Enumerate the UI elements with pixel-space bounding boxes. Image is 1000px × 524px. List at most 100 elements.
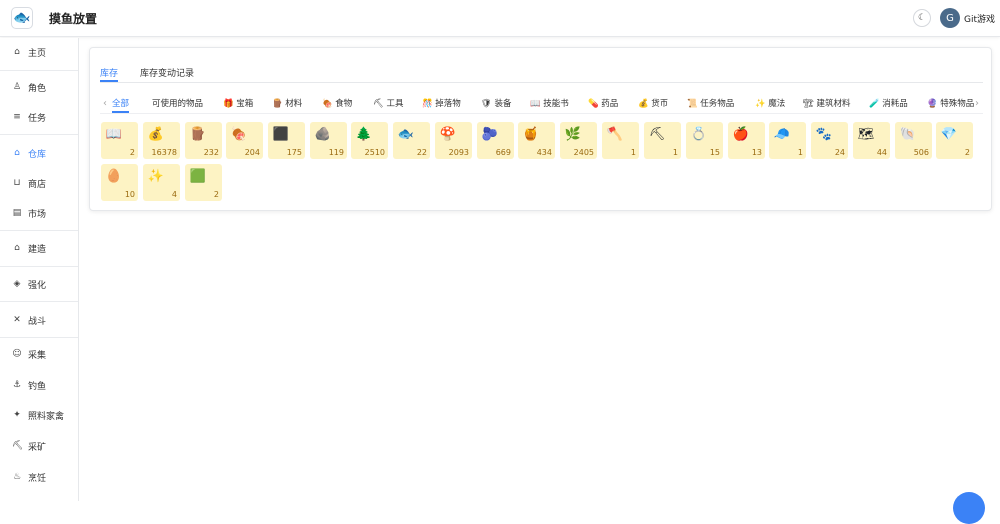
item-count: 22	[416, 148, 427, 157]
sidebar-item-tasks[interactable]: ≡ 任务	[0, 107, 78, 127]
app-logo: 🐟	[11, 7, 33, 29]
tab-inventory-log[interactable]: 库存变动记录	[140, 66, 194, 79]
item-count: 13	[751, 148, 762, 157]
category-usable[interactable]: 可使用的物品	[152, 97, 203, 109]
inventory-slot-honey[interactable]: 🍯 434	[518, 122, 555, 159]
item-count: 1	[797, 148, 803, 157]
item-count: 2093	[448, 148, 469, 157]
item-count: 10	[124, 190, 135, 199]
inventory-slot-coal[interactable]: ⬛ 175	[268, 122, 305, 159]
item-count: 2	[964, 148, 970, 157]
green-block-icon: 🟩	[189, 169, 207, 184]
map-icon: 🗺	[857, 127, 875, 142]
item-count: 2405	[573, 148, 594, 157]
item-count: 1	[672, 148, 678, 157]
sidebar-item-cooking[interactable]: ♨ 烹饪	[0, 467, 78, 487]
inventory-slot-leaf[interactable]: 🌿 2405	[560, 122, 597, 159]
avatar[interactable]: G	[940, 8, 960, 28]
gather-icon: ☺	[12, 349, 22, 359]
sidebar-item-fishing[interactable]: ⚓ 钓鱼	[0, 375, 78, 395]
inventory-slot-book[interactable]: 📖 2	[101, 122, 138, 159]
item-count: 119	[328, 148, 344, 157]
sidebar: ⌂ 主页 ♙ 角色 ≡ 任务 ⌂ 仓库 ⊔ 商店 ▤ 市场 ⌂ 建造 ◈ 强化 ✕ 战斗 ☺ 采集 …	[0, 38, 79, 501]
sidebar-item-shop[interactable]: ⊔ 商店	[0, 173, 78, 193]
category-chest[interactable]: 🎁 宝箱	[223, 97, 253, 109]
category-skillbook[interactable]: 📖 技能书	[530, 97, 569, 109]
inventory-slot-ring[interactable]: 💍 15	[686, 122, 723, 159]
inventory-slot-paw[interactable]: 🐾 24	[811, 122, 848, 159]
sidebar-item-battle[interactable]: ✕ 战斗	[0, 310, 78, 330]
inventory-slot-money-bag[interactable]: 💰 16378	[143, 122, 180, 159]
inventory-slot-seed[interactable]: 🥚 10	[101, 164, 138, 201]
category-special[interactable]: 🔮 特殊物品	[927, 97, 974, 109]
theme-toggle-button[interactable]: ☾	[913, 9, 931, 27]
sidebar-item-label: 主页	[28, 48, 47, 59]
poultry-icon: ✦	[13, 410, 21, 420]
user-name[interactable]: Git游戏	[964, 12, 995, 25]
tab-inventory[interactable]: 库存	[100, 66, 118, 79]
category-medicine[interactable]: 💊 药品	[588, 97, 618, 109]
tabs-divider	[100, 82, 983, 83]
divider	[0, 337, 78, 338]
item-count: 232	[203, 148, 219, 157]
category-all[interactable]: 全部	[112, 97, 129, 109]
mining-icon: ⛏	[12, 441, 24, 451]
chevron-left-icon[interactable]: ‹	[103, 98, 107, 109]
category-magic[interactable]: ✨ 魔法	[755, 97, 785, 109]
category-building-material[interactable]: 🏗 建筑材料	[803, 97, 851, 109]
inventory-slot-fish[interactable]: 🐟 22	[393, 122, 430, 159]
sidebar-item-label: 采集	[28, 350, 47, 361]
herb-icon: 🌲	[355, 127, 373, 142]
sidebar-item-build[interactable]: ⌂ 建造	[0, 238, 78, 258]
category-quest-item[interactable]: 📜 任务物品	[687, 97, 734, 109]
coal-icon: ⬛	[272, 127, 290, 142]
category-material[interactable]: 🪵 材料	[272, 97, 302, 109]
inventory-slot-sparkle[interactable]: ✨ 4	[143, 164, 180, 201]
inventory-slot-shell[interactable]: 🐚 506	[895, 122, 932, 159]
sidebar-item-upgrade[interactable]: ◈ 强化	[0, 274, 78, 294]
sidebar-item-label: 强化	[28, 280, 47, 291]
inventory-slot-berry[interactable]: 🫐 669	[477, 122, 514, 159]
category-divider	[100, 113, 983, 114]
sidebar-item-character[interactable]: ♙ 角色	[0, 77, 78, 97]
inventory-slot-apple[interactable]: 🍎 13	[728, 122, 765, 159]
floating-action-button[interactable]	[953, 492, 985, 524]
chevron-right-icon[interactable]: ›	[975, 98, 979, 109]
item-count: 2510	[364, 148, 385, 157]
category-currency[interactable]: 💰 货币	[638, 97, 668, 109]
inventory-slot-ore[interactable]: 🪨 119	[310, 122, 347, 159]
sidebar-item-warehouse[interactable]: ⌂ 仓库	[0, 143, 78, 163]
inventory-slot-axe[interactable]: 🪓 1	[602, 122, 639, 159]
inventory-slot-gem[interactable]: 💎 2	[936, 122, 973, 159]
sidebar-item-mining[interactable]: ⛏ 采矿	[0, 436, 78, 456]
inventory-slot-meat[interactable]: 🍖 204	[226, 122, 263, 159]
honey-icon: 🍯	[522, 127, 540, 142]
item-count: 15	[709, 148, 720, 157]
category-consumable[interactable]: 🧪 消耗品	[869, 97, 908, 109]
sidebar-item-market[interactable]: ▤ 市场	[0, 203, 78, 223]
inventory-slot-herb[interactable]: 🌲 2510	[351, 122, 388, 159]
axe-icon: 🪓	[606, 127, 624, 142]
inventory-slot-wood[interactable]: 🪵 232	[185, 122, 222, 159]
gem-icon: 💎	[940, 127, 958, 142]
inventory-slot-map[interactable]: 🗺 44	[853, 122, 890, 159]
cap-icon: 🧢	[773, 127, 791, 142]
category-food[interactable]: 🍖 食物	[322, 97, 352, 109]
sidebar-item-home[interactable]: ⌂ 主页	[0, 42, 78, 62]
inventory-slot-cap[interactable]: 🧢 1	[769, 122, 806, 159]
inventory-slot-green-block[interactable]: 🟩 2	[185, 164, 222, 201]
category-equipment[interactable]: 🛡 装备	[481, 97, 512, 109]
divider	[0, 266, 78, 267]
seed-icon: 🥚	[105, 169, 123, 184]
upgrade-icon: ◈	[13, 279, 21, 289]
category-drop[interactable]: 🎊 掉落物	[422, 97, 461, 109]
inventory-slot-mushroom[interactable]: 🍄 2093	[435, 122, 472, 159]
sidebar-item-poultry[interactable]: ✦ 照料家禽	[0, 405, 78, 425]
item-count: 44	[876, 148, 887, 157]
inventory-card: 库存 库存变动记录 ‹ 全部 可使用的物品 🎁 宝箱 🪵 材料 🍖 食物 ⛏ 工…	[89, 47, 992, 211]
sidebar-item-gather[interactable]: ☺ 采集	[0, 344, 78, 364]
shell-icon: 🐚	[899, 127, 917, 142]
category-tool[interactable]: ⛏ 工具	[373, 97, 404, 109]
inventory-slot-pickaxe[interactable]: ⛏ 1	[644, 122, 681, 159]
wood-icon: 🪵	[189, 127, 207, 142]
